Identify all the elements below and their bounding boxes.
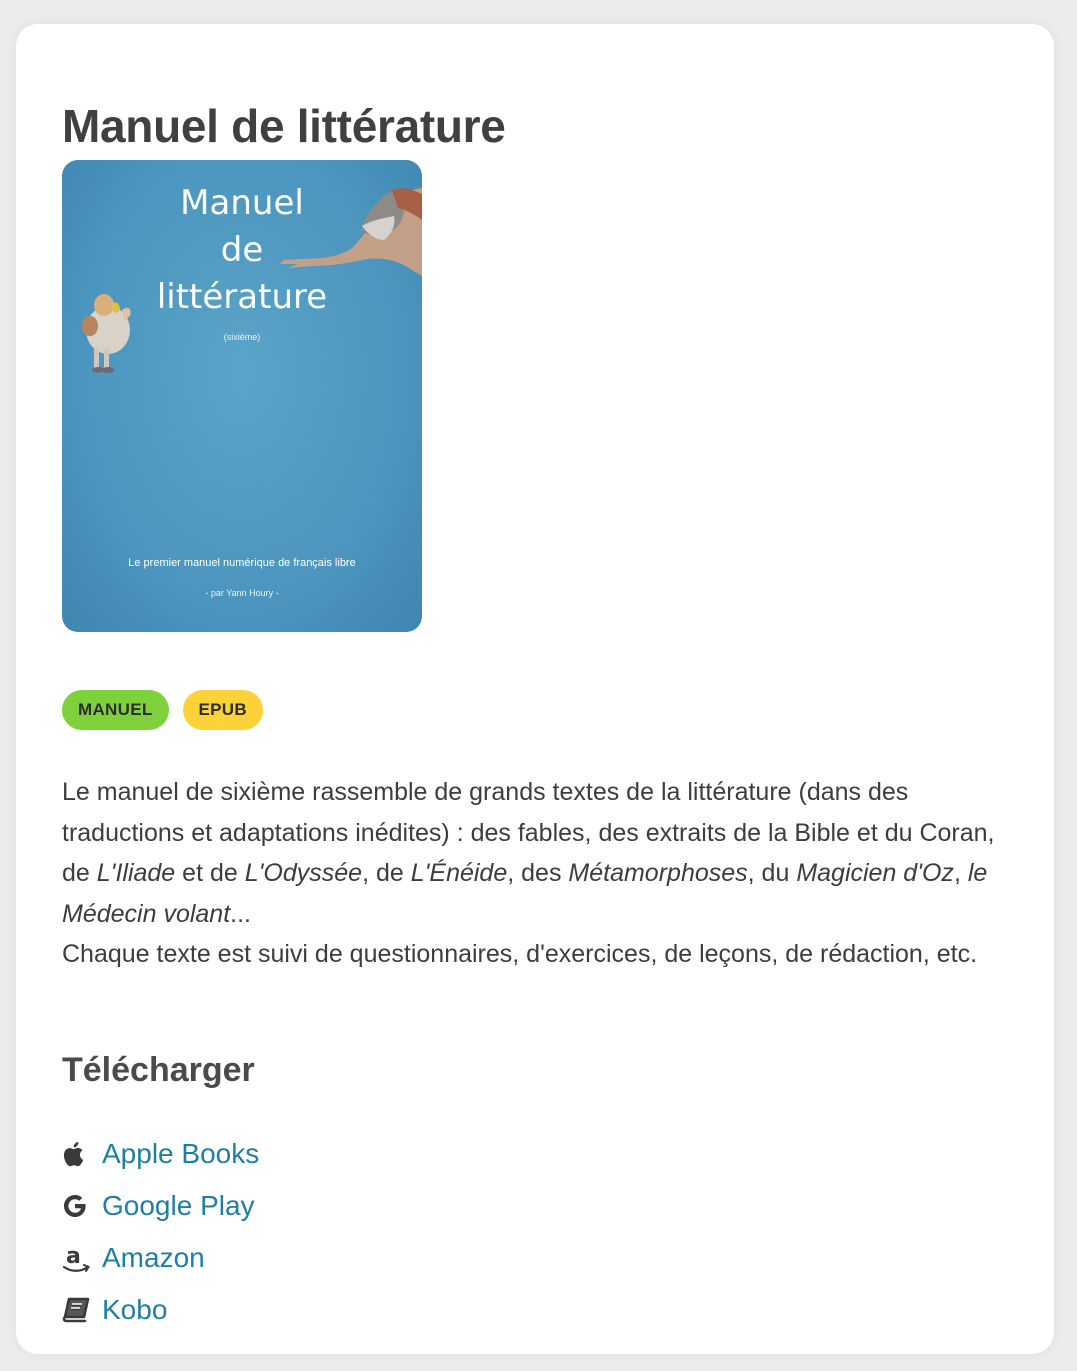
book-description: Le manuel de sixième rassemble de grands… bbox=[62, 778, 995, 968]
cover-subtitle: (sixième) bbox=[223, 332, 261, 342]
download-link-kobo[interactable]: Kobo bbox=[62, 1284, 259, 1336]
svg-text:a: a bbox=[66, 1244, 81, 1269]
download-links: Apple Books Google Play a Amazon Kobo bbox=[62, 1128, 259, 1336]
download-link-apple-books[interactable]: Apple Books bbox=[62, 1128, 259, 1180]
page-title: Manuel de littérature bbox=[62, 100, 506, 152]
book-card: Manuel de littérature Manuel de littérat… bbox=[16, 24, 1054, 1354]
cover-title: Manuel de littérature bbox=[156, 183, 328, 317]
book-cover-image: Manuel de littérature (sixième) Le premi… bbox=[62, 160, 422, 632]
google-play-link[interactable]: Google Play bbox=[102, 1189, 255, 1223]
book-icon bbox=[62, 1295, 92, 1325]
tag-list: MANUEL EPUB bbox=[62, 690, 263, 730]
amazon-icon: a bbox=[62, 1243, 92, 1273]
cover-author: - par Yann Houry - bbox=[205, 588, 279, 598]
download-link-google-play[interactable]: Google Play bbox=[62, 1180, 259, 1232]
download-heading: Télécharger bbox=[62, 1051, 255, 1089]
google-icon bbox=[62, 1191, 92, 1221]
tag-epub[interactable]: EPUB bbox=[182, 690, 263, 730]
kobo-link[interactable]: Kobo bbox=[102, 1293, 167, 1327]
apple-books-link[interactable]: Apple Books bbox=[102, 1137, 259, 1171]
apple-icon bbox=[62, 1139, 92, 1169]
download-link-amazon[interactable]: a Amazon bbox=[62, 1232, 259, 1284]
tag-manuel[interactable]: MANUEL bbox=[62, 690, 169, 730]
cover-tagline: Le premier manuel numérique de français … bbox=[128, 557, 356, 569]
amazon-link[interactable]: Amazon bbox=[102, 1241, 205, 1275]
